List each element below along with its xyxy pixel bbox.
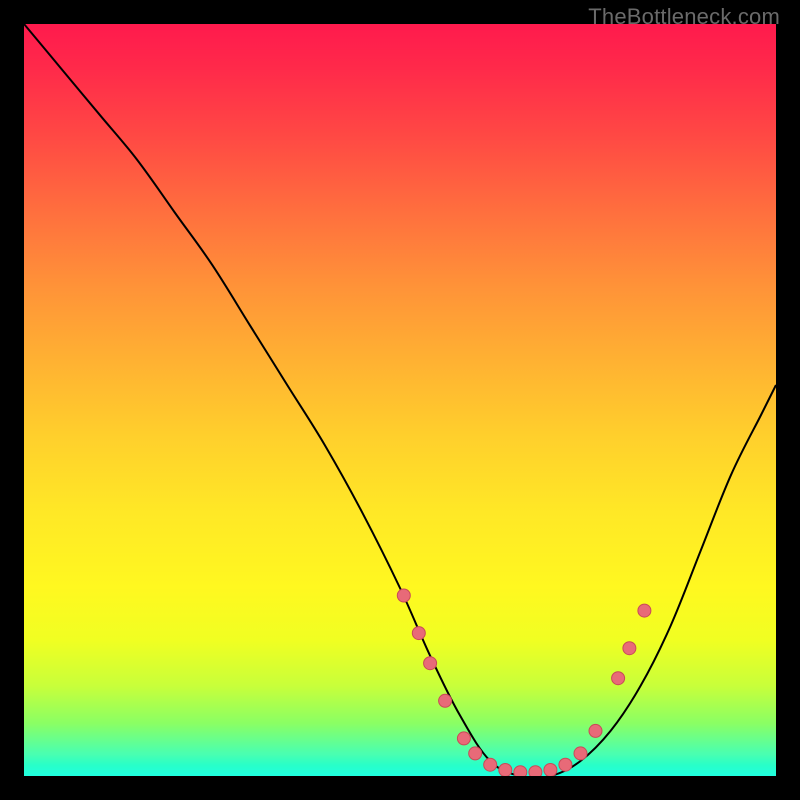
data-marker: [612, 672, 625, 685]
data-marker: [469, 747, 482, 760]
data-marker: [484, 758, 497, 771]
data-marker: [514, 766, 527, 776]
data-marker: [412, 627, 425, 640]
data-marker: [574, 747, 587, 760]
data-marker: [457, 732, 470, 745]
data-marker: [397, 589, 410, 602]
plot-area: [24, 24, 776, 776]
bottleneck-curve: [24, 24, 776, 776]
data-marker: [424, 657, 437, 670]
data-marker: [499, 764, 512, 777]
curve-layer: [24, 24, 776, 776]
data-marker: [559, 758, 572, 771]
marker-group: [397, 589, 651, 776]
data-marker: [638, 604, 651, 617]
data-marker: [623, 642, 636, 655]
data-marker: [529, 766, 542, 776]
chart-frame: TheBottleneck.com: [0, 0, 800, 800]
watermark-text: TheBottleneck.com: [588, 4, 780, 30]
data-marker: [439, 694, 452, 707]
data-marker: [544, 764, 557, 777]
data-marker: [589, 724, 602, 737]
